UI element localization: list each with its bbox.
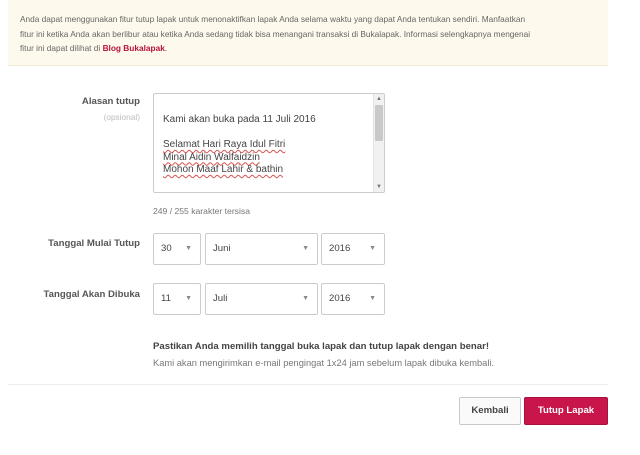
- open-month-select[interactable]: Juli ▼: [205, 283, 318, 315]
- reason-line: Minal Aidin Walfaidzin: [163, 151, 260, 163]
- reason-line: Selamat Hari Raya Idul Fitri: [163, 139, 286, 150]
- notice-line-1: Anda dapat menggunakan fitur tutup lapak…: [20, 14, 526, 24]
- scrollbar-thumb[interactable]: [375, 105, 383, 141]
- start-month-select[interactable]: Juni ▼: [205, 233, 318, 265]
- reason-line: Mohon Maaf Lahir & bathin: [163, 164, 284, 175]
- divider: [8, 384, 608, 385]
- start-month-value: Juni: [213, 243, 231, 254]
- chevron-down-icon: ▼: [369, 295, 376, 302]
- chevron-down-icon: ▼: [302, 295, 309, 302]
- open-year-value: 2016: [329, 293, 351, 304]
- start-date-label: Tanggal Mulai Tutup: [48, 238, 140, 249]
- reason-textarea[interactable]: Kami akan buka pada 11 Juli 2016 Selamat…: [153, 93, 385, 193]
- arrow-up-icon[interactable]: ▲: [374, 94, 384, 104]
- open-month-value: Juli: [213, 293, 228, 304]
- notice-line-3-prefix: fitur ini dapat dilihat di: [20, 43, 103, 53]
- chevron-down-icon: ▼: [185, 245, 192, 252]
- textarea-scrollbar[interactable]: ▲ ▼: [373, 94, 384, 192]
- start-day-value: 30: [161, 243, 172, 254]
- open-day-select[interactable]: 11 ▼: [153, 283, 201, 315]
- chevron-down-icon: ▼: [369, 245, 376, 252]
- reason-optional-label: (opsional): [103, 112, 140, 122]
- start-year-select[interactable]: 2016 ▼: [321, 233, 385, 265]
- reason-line: [163, 127, 374, 140]
- notice-line-3-suffix: .: [164, 43, 168, 53]
- start-day-select[interactable]: 30 ▼: [153, 233, 201, 265]
- reason-label: Alasan tutup: [81, 96, 140, 107]
- open-date-label: Tanggal Akan Dibuka: [43, 289, 141, 300]
- chevron-down-icon: ▼: [185, 295, 192, 302]
- open-day-value: 11: [161, 293, 171, 304]
- open-year-select[interactable]: 2016 ▼: [321, 283, 385, 315]
- warning-text: Kami akan mengirimkan e-mail pengingat 1…: [153, 358, 495, 368]
- blog-bukalapak-link[interactable]: Blog Bukalapak: [103, 43, 165, 53]
- notice-line-2: fitur ini ketika Anda akan berlibur atau…: [20, 28, 531, 39]
- reason-line: Kami akan buka pada 11 Juli 2016: [163, 114, 316, 125]
- start-year-value: 2016: [329, 243, 351, 254]
- chevron-down-icon: ▼: [302, 245, 309, 252]
- back-button[interactable]: Kembali: [459, 397, 521, 425]
- info-notice: Anda dapat menggunakan fitur tutup lapak…: [8, 0, 608, 66]
- warning-title: Pastikan Anda memilih tanggal buka lapak…: [153, 341, 490, 352]
- arrow-down-icon[interactable]: ▼: [374, 182, 384, 192]
- close-shop-button[interactable]: Tutup Lapak: [524, 397, 608, 425]
- notice-line-3: fitur ini dapat dilihat di Blog Bukalapa…: [20, 41, 596, 56]
- char-counter: 249 / 255 karakter tersisa: [153, 206, 250, 216]
